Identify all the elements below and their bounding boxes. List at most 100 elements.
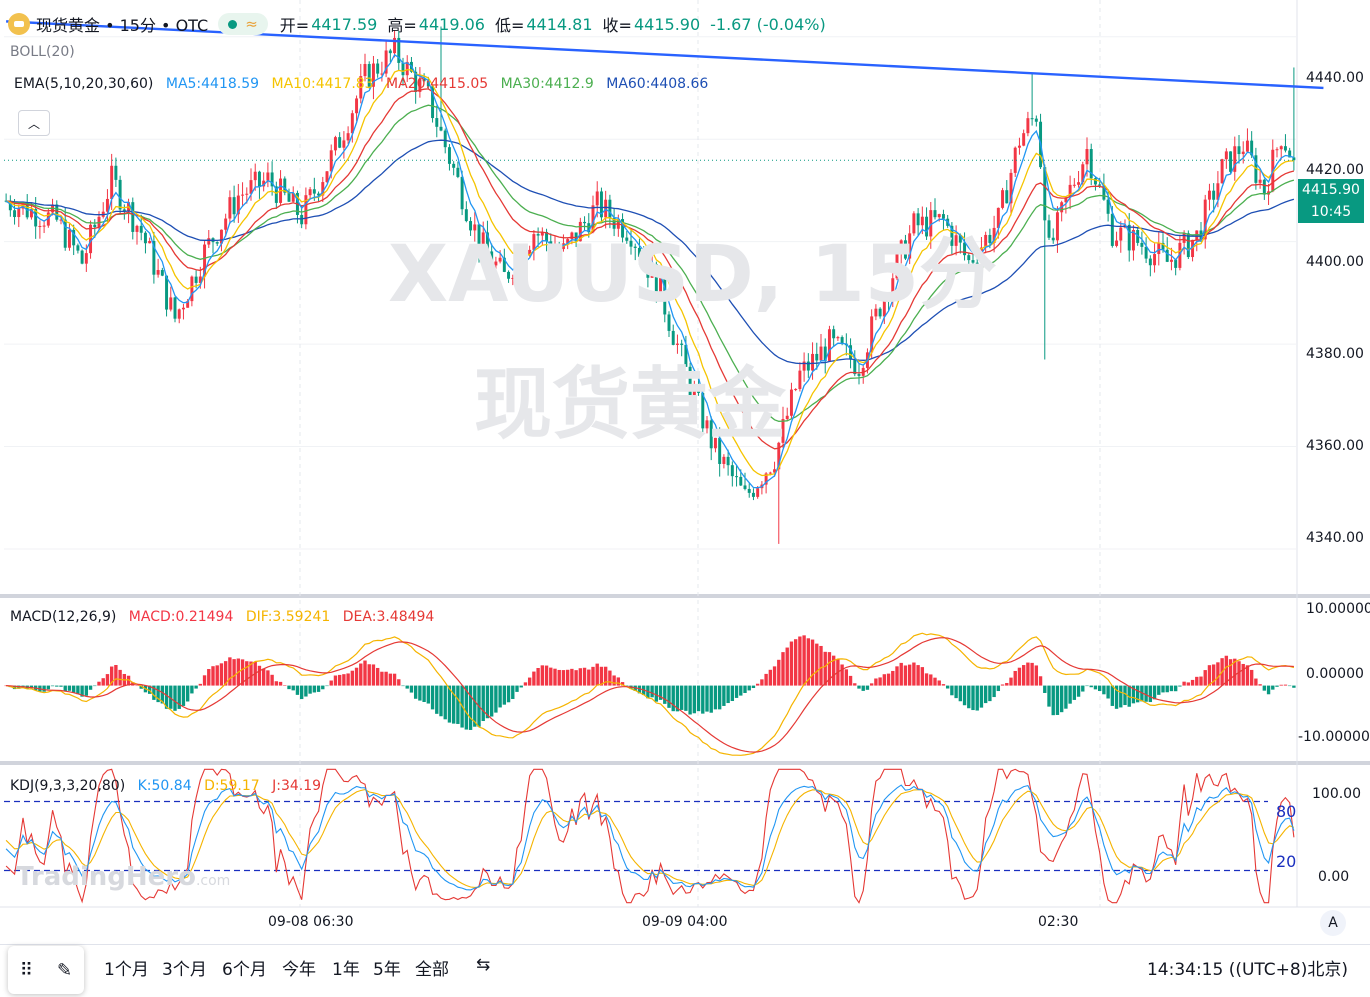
macd-histogram-bar <box>1072 685 1077 700</box>
candle-body <box>253 171 257 181</box>
range-all[interactable]: 全部 <box>415 955 449 980</box>
macd-histogram-bar <box>1076 685 1081 697</box>
auto-scale-button[interactable]: A <box>1320 910 1346 936</box>
candle-body <box>1169 259 1173 262</box>
candle-body <box>819 346 823 361</box>
watermark-name: 现货黄金 <box>474 360 787 450</box>
macd-histogram-bar <box>207 669 211 686</box>
candle-body <box>232 197 236 215</box>
drawing-toolbox[interactable]: ⠿ ✎ <box>8 946 84 994</box>
macd-histogram-bar <box>988 685 992 702</box>
macd-histogram-bar <box>1051 685 1055 716</box>
candle-body <box>156 270 160 275</box>
brand-name: TradingHero <box>16 862 196 892</box>
macd-histogram-bar <box>1005 682 1009 686</box>
dif-line <box>5 632 1295 756</box>
candle-body <box>595 191 599 206</box>
macd-histogram-bar <box>101 678 105 686</box>
candle-body <box>110 165 114 199</box>
macd-histogram-bar <box>536 667 540 686</box>
boll-legend[interactable]: BOLL(20) <box>10 44 75 60</box>
macd-histogram-bar <box>878 677 882 686</box>
macd-histogram-bar <box>1085 685 1089 687</box>
chart-canvas[interactable] <box>0 0 1370 996</box>
candle-body <box>312 189 316 194</box>
macd-histogram-bar <box>933 677 937 686</box>
macd-histogram-bar <box>291 685 295 691</box>
macd-histogram-bar <box>861 685 865 691</box>
macd-histogram-bar <box>46 685 51 690</box>
ema-legend[interactable]: EMA(5,10,20,30,60) MA5:4418.59 MA10:4417… <box>14 76 716 92</box>
macd-histogram-bar <box>439 685 443 717</box>
range-6m[interactable]: 6个月 <box>222 955 267 980</box>
range-1y[interactable]: 1年 <box>332 955 360 980</box>
macd-histogram-bar <box>371 664 376 686</box>
macd-legend[interactable]: MACD(12,26,9) MACD:0.21494 DIF:3.59241 D… <box>10 609 442 625</box>
candle-body <box>388 50 392 54</box>
candle-body <box>798 370 802 390</box>
macd-histogram-bar <box>88 685 93 690</box>
d-value: D:59.17 <box>204 778 260 794</box>
macd-histogram-bar <box>565 669 570 686</box>
macd-histogram-bar <box>1148 685 1153 703</box>
drag-handle-icon[interactable]: ⠿ <box>20 960 33 981</box>
macd-histogram-bar <box>823 651 827 686</box>
pencil-tool-icon[interactable]: ✎ <box>57 960 72 981</box>
chevron-up-icon: ︿ <box>27 116 40 131</box>
candle-body <box>460 176 464 210</box>
macd-histogram-bar <box>591 666 595 686</box>
macd-histogram-bar <box>848 675 853 686</box>
macd-histogram-bar <box>430 685 435 710</box>
macd-histogram-bar <box>211 666 215 686</box>
goto-date-icon[interactable]: ⇆ <box>476 955 490 975</box>
macd-histogram-bar <box>299 685 304 700</box>
candle-body <box>1047 220 1051 238</box>
market-status-pill[interactable]: ≈ <box>218 13 268 35</box>
macd-histogram-bar <box>401 685 405 687</box>
ma30-value: MA30:4412.9 <box>500 76 594 92</box>
candle-body <box>447 147 451 164</box>
macd-histogram-bar <box>1199 676 1203 686</box>
macd-histogram-bar <box>983 685 988 704</box>
macd-histogram-bar <box>874 678 878 686</box>
macd-histogram-bar <box>468 685 473 730</box>
macd-histogram-bar <box>679 685 684 710</box>
candle-body <box>257 171 261 187</box>
macd-histogram-bar <box>815 643 819 686</box>
macd-histogram-bar <box>502 685 507 705</box>
candle-body <box>143 232 147 244</box>
session-clock[interactable]: 14:34:15 ((UTC+8)北京) <box>1147 955 1348 980</box>
macd-histogram-bar <box>1038 676 1043 686</box>
candle-body <box>743 485 747 489</box>
range-5y[interactable]: 5年 <box>373 955 401 980</box>
macd-histogram-bar <box>367 664 371 686</box>
collapse-legend-button[interactable]: ︿ <box>18 110 50 136</box>
kdj-label: KDJ(9,3,3,20,80) <box>10 778 126 794</box>
macd-histogram-bar <box>557 669 561 686</box>
range-3m[interactable]: 3个月 <box>162 955 207 980</box>
range-ytd[interactable]: 今年 <box>282 955 316 980</box>
macd-histogram-bar <box>810 639 815 686</box>
macd-histogram-bar <box>755 683 760 686</box>
candle-body <box>355 98 359 114</box>
macd-histogram-bar <box>692 685 697 714</box>
macd-histogram-bar <box>789 641 794 686</box>
range-1m[interactable]: 1个月 <box>104 955 149 980</box>
symbol-title[interactable]: 现货黄金 • 15分 • OTC <box>36 12 208 36</box>
macd-histogram-bar <box>916 665 920 686</box>
macd-histogram-bar <box>1173 685 1178 692</box>
delayed-data-icon: ≈ <box>245 15 258 33</box>
macd-histogram-bar <box>261 668 266 686</box>
macd-histogram-bar <box>1097 685 1102 691</box>
candle-body <box>1140 242 1144 247</box>
macd-histogram-bar <box>1275 685 1279 687</box>
macd-histogram-bar <box>578 668 583 686</box>
candle-body <box>17 208 21 218</box>
macd-histogram-bar <box>726 685 730 704</box>
candle-body <box>443 130 447 148</box>
macd-histogram-bar <box>1249 669 1254 686</box>
candle-body <box>228 197 232 219</box>
macd-histogram-bar <box>190 685 194 694</box>
kdj-legend[interactable]: KDJ(9,3,3,20,80) K:50.84 D:59.17 J:34.19 <box>10 778 329 794</box>
macd-histogram-bar <box>929 674 933 686</box>
